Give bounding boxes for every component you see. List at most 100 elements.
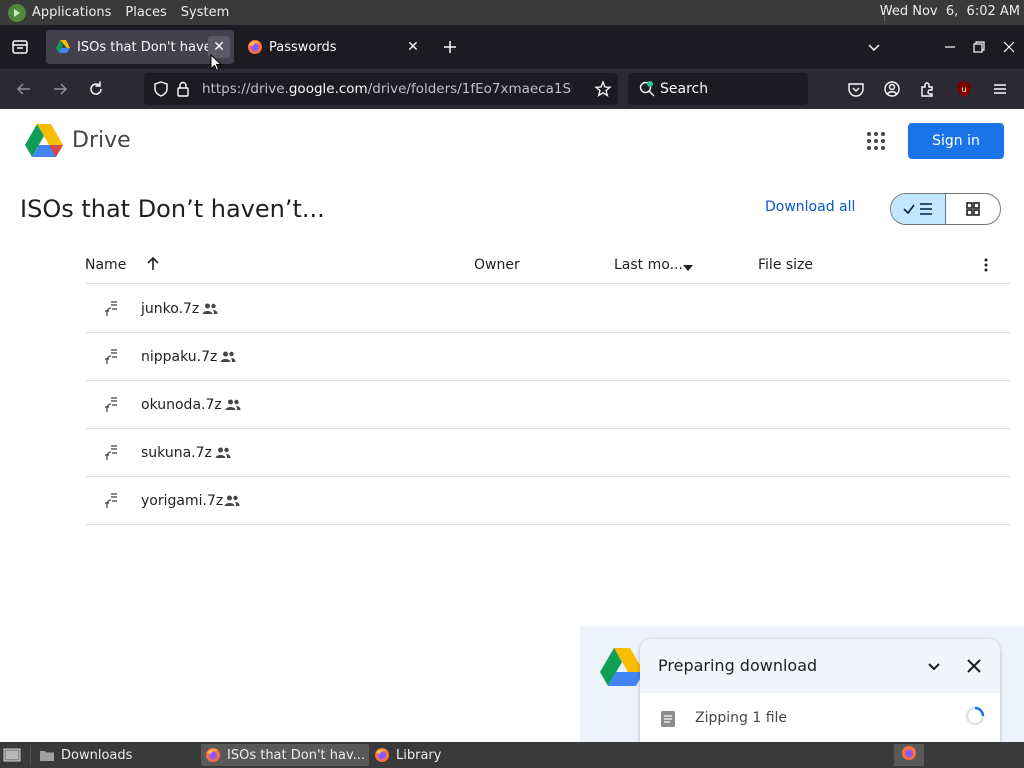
file-row[interactable]: sukuna.7z — [85, 429, 1011, 477]
taskbar-separator — [30, 745, 31, 765]
lock-icon[interactable] — [174, 80, 192, 98]
url-prefix: https://drive. — [202, 81, 289, 97]
url-path: /drive/folders/1fEo7xmaeca1SQRN5 — [367, 81, 572, 97]
browser-nav-bar: https://drive.google.com/drive/folders/1… — [0, 69, 1024, 154]
system-menu[interactable]: System — [181, 5, 229, 20]
url-bar[interactable]: https://drive.google.com/drive/folders/1… — [144, 73, 618, 105]
account-icon[interactable] — [882, 79, 902, 99]
firefox-icon — [247, 39, 263, 55]
taskbar-item-downloads[interactable]: Downloads — [35, 744, 197, 766]
google-drive-icon — [55, 39, 71, 55]
panel-clock[interactable]: Wed Nov 6, 6:02 AM — [880, 4, 1020, 19]
list-view-button[interactable] — [891, 194, 946, 224]
tab-title: Passwords — [269, 39, 337, 55]
file-name[interactable]: junko.7z — [141, 301, 199, 317]
collapse-chevron-icon[interactable] — [926, 658, 942, 674]
column-file-size[interactable]: File size — [758, 257, 813, 273]
forward-icon[interactable] — [50, 79, 70, 99]
taskbar-item-label: Library — [396, 747, 442, 763]
svg-text:u: u — [961, 85, 966, 94]
list-all-tabs-icon[interactable] — [864, 37, 884, 57]
file-name[interactable]: yorigami.7z — [141, 493, 223, 509]
applications-menu[interactable]: Applications — [32, 5, 111, 20]
show-desktop-icon[interactable] — [3, 746, 21, 768]
document-file-icon — [660, 710, 676, 728]
file-name[interactable]: okunoda.7z — [141, 397, 222, 413]
archive-file-icon — [103, 492, 119, 510]
url-text[interactable]: https://drive.google.com/drive/folders/1… — [202, 81, 572, 97]
url-domain: google.com — [288, 81, 368, 97]
close-tab-icon[interactable]: ✕ — [402, 36, 424, 58]
archive-file-icon — [103, 444, 119, 462]
google-drive-logo-icon — [598, 646, 646, 698]
firefox-icon — [205, 747, 221, 763]
shared-people-icon — [225, 399, 241, 411]
taskbar-item-library[interactable]: Library — [370, 744, 530, 766]
folder-icon — [39, 747, 55, 763]
ublock-origin-icon[interactable]: u — [954, 79, 974, 99]
restore-window-icon[interactable] — [969, 37, 989, 57]
google-apps-grid-icon[interactable] — [864, 129, 888, 153]
column-owner[interactable]: Owner — [474, 257, 520, 273]
hamburger-menu-icon[interactable] — [990, 79, 1010, 99]
grid-view-button[interactable] — [946, 194, 1000, 224]
loading-spinner-icon — [964, 705, 986, 727]
places-menu[interactable]: Places — [125, 5, 166, 20]
pocket-icon[interactable] — [846, 79, 866, 99]
tab-isos-folder[interactable]: ISOs that Don't haven't ✕ — [46, 30, 234, 64]
tab-passwords[interactable]: Passwords ✕ — [238, 30, 428, 64]
download-toast: Preparing download Zipping 1 file — [640, 639, 1000, 742]
download-all-button[interactable]: Download all — [765, 199, 855, 215]
extensions-puzzle-icon[interactable] — [918, 79, 938, 99]
file-table-header: Name Owner Last mo... File size — [85, 247, 1011, 284]
firefox-icon — [374, 747, 390, 763]
search-engine-icon — [638, 80, 656, 98]
taskbar-item-firefox-isos[interactable]: ISOs that Don't hav... — [201, 744, 369, 766]
file-name[interactable]: sukuna.7z — [141, 445, 212, 461]
folder-title: ISOs that Don’t haven’t... — [20, 195, 325, 223]
firefox-view-icon[interactable] — [10, 37, 30, 57]
tracking-protection-shield-icon[interactable] — [152, 80, 170, 98]
reload-icon[interactable] — [86, 79, 106, 99]
caret-down-icon[interactable] — [683, 261, 693, 271]
file-name[interactable]: nippaku.7z — [141, 349, 217, 365]
new-tab-icon[interactable] — [440, 37, 460, 57]
tab-title: ISOs that Don't haven't — [77, 39, 208, 55]
shared-people-icon — [202, 303, 218, 315]
minimize-window-icon[interactable] — [940, 37, 960, 57]
browser-tab-strip: ISOs that Don't haven't ✕ Passwords ✕ — [0, 25, 1024, 72]
search-bar[interactable]: Search — [628, 73, 808, 105]
archive-file-icon — [103, 396, 119, 414]
google-drive-logo-icon[interactable] — [24, 123, 64, 159]
file-row[interactable]: nippaku.7z — [85, 333, 1011, 381]
taskbar-item-label: Downloads — [61, 747, 133, 763]
shared-people-icon — [224, 495, 240, 507]
file-row[interactable]: yorigami.7z — [85, 477, 1011, 525]
view-toggle — [890, 193, 1001, 225]
desktop-taskbar: Downloads ISOs that Don't hav... Library — [0, 742, 1024, 768]
archive-file-icon — [103, 300, 119, 318]
sign-in-button[interactable]: Sign in — [908, 123, 1004, 159]
column-last-modified[interactable]: Last mo... — [614, 257, 683, 273]
more-options-vertical-icon[interactable] — [978, 257, 994, 273]
file-row[interactable]: okunoda.7z — [85, 381, 1011, 429]
shared-people-icon — [220, 351, 236, 363]
column-name[interactable]: Name — [85, 257, 126, 273]
file-row[interactable]: junko.7z — [85, 285, 1011, 333]
close-window-icon[interactable] — [999, 37, 1019, 57]
archive-file-icon — [103, 348, 119, 366]
bookmark-star-icon[interactable] — [594, 80, 612, 98]
sort-ascending-arrow-icon[interactable] — [145, 256, 161, 272]
taskbar-item-label: ISOs that Don't hav... — [227, 747, 366, 763]
drive-wordmark[interactable]: Drive — [72, 128, 131, 153]
distro-logo-icon[interactable] — [8, 3, 26, 22]
workspace-switcher[interactable] — [894, 744, 924, 766]
desktop-top-panel: Applications Places System Wed Nov 6, 6:… — [0, 0, 1024, 25]
shared-people-icon — [215, 447, 231, 459]
close-toast-icon[interactable] — [966, 658, 982, 674]
back-icon[interactable] — [14, 79, 34, 99]
download-status-text: Zipping 1 file — [695, 710, 788, 726]
download-toast-title: Preparing download — [658, 656, 818, 675]
firefox-icon — [901, 745, 917, 765]
drive-page: Drive Sign in ISOs that Don’t haven’t...… — [0, 109, 1024, 742]
